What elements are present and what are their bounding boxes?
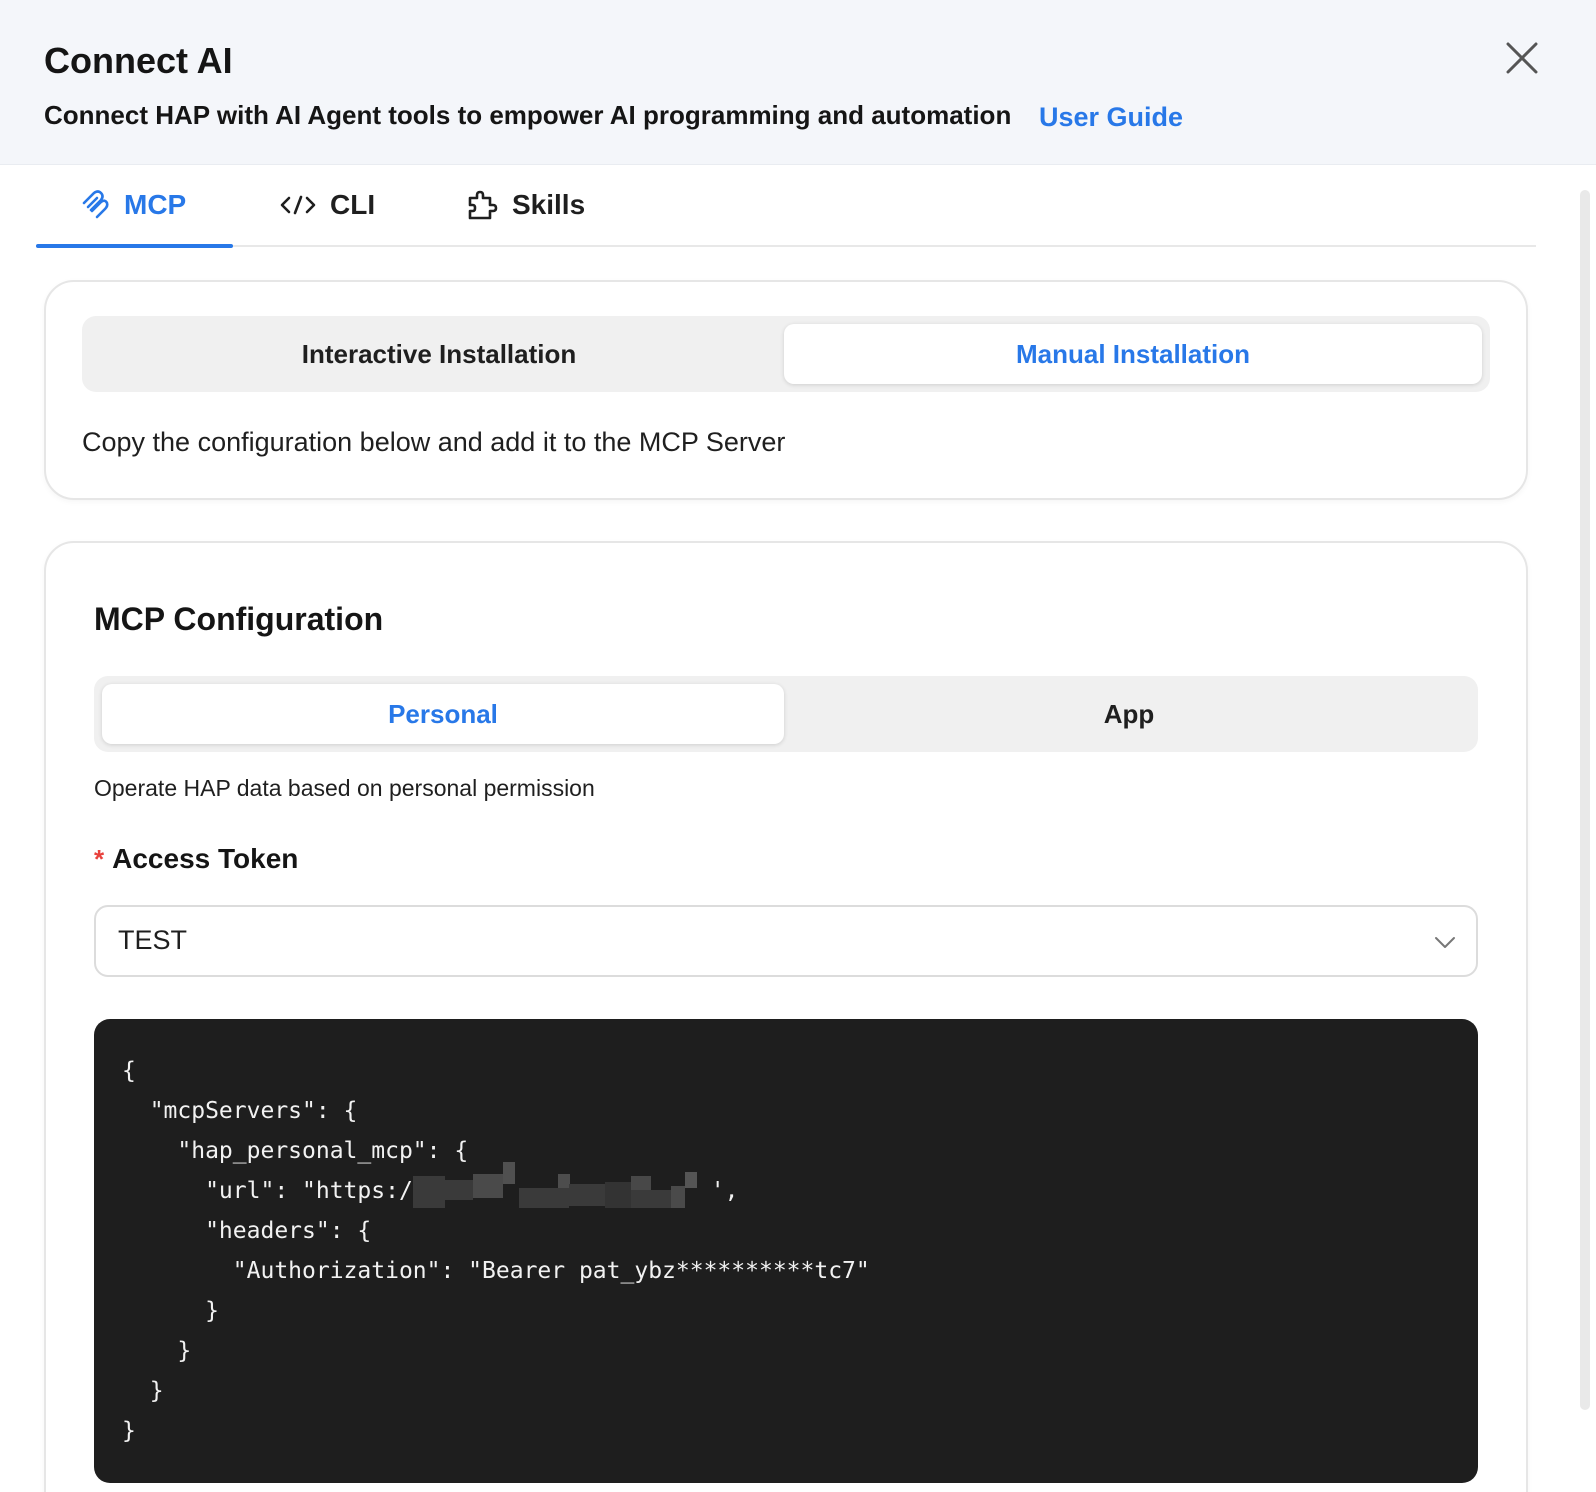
config-code-block[interactable]: { "mcpServers": { "hap_personal_mcp": { … [94,1019,1478,1483]
manual-installation-option[interactable]: Manual Installation [784,324,1482,384]
code-icon [280,195,316,215]
dialog-subtitle: Connect HAP with AI Agent tools to empow… [44,100,1012,130]
access-token-label-text: Access Token [112,843,299,874]
user-guide-link[interactable]: User Guide [1039,102,1183,133]
tab-mcp[interactable]: MCP [80,165,186,245]
tab-cli[interactable]: CLI [280,165,375,245]
tab-skills[interactable]: Skills [466,165,585,245]
connect-ai-dialog: Connect AI Connect HAP with AI Agent too… [0,0,1596,1492]
tab-cli-label: CLI [330,189,376,220]
scope-toggle: Personal App [94,676,1478,752]
tab-skills-label: Skills [512,189,586,220]
code-line: } [122,1418,136,1444]
required-mark: * [94,843,105,874]
code-line: } [122,1378,164,1404]
installation-card: Interactive Installation Manual Installa… [44,280,1528,500]
scrollbar[interactable] [1580,190,1590,1410]
code-line: "mcpServers": { [122,1098,358,1124]
close-icon [1506,42,1538,74]
app-option[interactable]: App [788,684,1470,744]
access-token-value: TEST [118,925,188,955]
mcp-icon [82,190,109,219]
tab-mcp-label: MCP [124,189,187,220]
section-title: MCP Configuration [94,601,384,637]
code-line: } [122,1298,219,1324]
tab-bar: MCP CLI Skills [36,165,1536,248]
url-prefix: "url": "https:/ [122,1178,413,1204]
code-line-url: "url": "https:/ ', [122,1161,1450,1212]
puzzle-icon [468,190,498,220]
scope-description: Operate HAP data based on personal permi… [94,775,595,801]
close-button[interactable] [1502,38,1542,78]
mcp-configuration-card: MCP Configuration Personal App Operate H… [44,541,1528,1492]
access-token-select[interactable]: TEST [94,905,1478,977]
code-line: "headers": { [122,1218,372,1244]
installation-mode-toggle: Interactive Installation Manual Installa… [82,316,1490,392]
chevron-down-icon [1435,937,1455,948]
access-token-label: * Access Token [94,843,298,875]
interactive-installation-option[interactable]: Interactive Installation [90,324,788,384]
code-line: { [122,1058,136,1084]
active-tab-indicator [36,244,233,248]
code-line: "Authorization": "Bearer pat_ybz********… [122,1258,870,1284]
code-line: "hap_personal_mcp": { [122,1138,469,1164]
code-line: } [122,1338,192,1364]
dialog-title: Connect AI [44,40,233,81]
dialog-header: Connect AI Connect HAP with AI Agent too… [0,0,1596,165]
redacted-url [412,1161,711,1212]
url-suffix: ', [710,1178,739,1204]
personal-option[interactable]: Personal [102,684,784,744]
installation-description: Copy the configuration below and add it … [82,427,786,457]
